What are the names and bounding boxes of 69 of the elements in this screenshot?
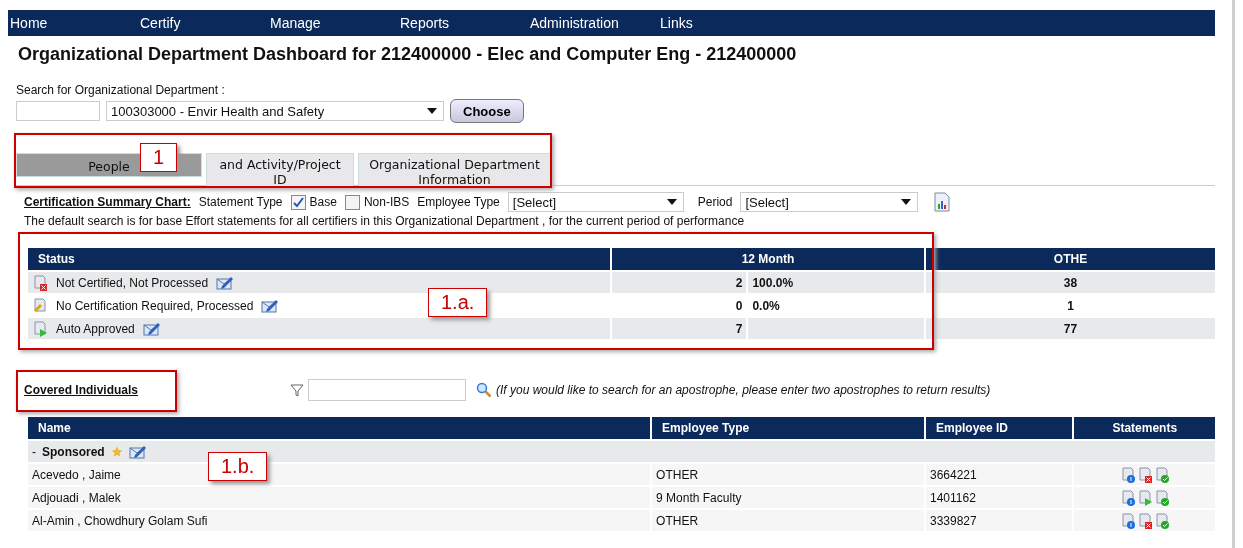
column-header: OTHE [926, 248, 1215, 270]
statement-type-label: Statement Type [198, 195, 283, 209]
checkbox[interactable] [290, 194, 306, 210]
page-title: Organizational Department Dashboard for 212400000 - Elec and Computer Eng - 212400000 [18, 44, 798, 65]
callout-tooltip: 1 [140, 143, 178, 172]
employee-type-dropdown[interactable]: [Select] [507, 192, 684, 212]
column-header: Statements [1074, 417, 1215, 439]
statement-icon [1136, 489, 1153, 506]
nav-link[interactable]: Administration [528, 15, 658, 31]
checkbox-label: Non-IBS [363, 195, 410, 209]
nav-link[interactable]: Manage [268, 15, 398, 31]
checkbox-label: Base [309, 195, 337, 209]
column-header: Name [28, 417, 651, 439]
table-cell: 9 Month Faculty [652, 487, 924, 508]
table-cell: 77 [926, 318, 1215, 339]
group-label: Sponsored [42, 444, 105, 459]
caret-icon [666, 199, 677, 205]
table-cell: 100.0% [748, 272, 924, 293]
status-label: No Certification Required, Processed [56, 298, 254, 313]
search-hint: (If you would like to search for an apostrophe, please enter two apostrophes to return results) [496, 383, 991, 397]
table-cell: OTHER [652, 464, 924, 485]
nav-link[interactable]: Links [658, 15, 760, 31]
callout-tooltip: 1.b. [208, 452, 268, 481]
nav-link[interactable]: Home [8, 15, 138, 31]
period-label: Period [697, 195, 733, 209]
nav-link[interactable]: Certify [138, 15, 268, 31]
status-label: Not Certified, Not Processed [56, 275, 209, 290]
edit-icon[interactable] [142, 320, 161, 337]
table-cell: OTHER [652, 510, 924, 531]
column-header: Status [28, 248, 610, 270]
edit-icon[interactable] [128, 443, 147, 460]
table-cell: Adjouadi , Malek [28, 487, 651, 508]
search-note: The default search is for base Effort statements for all certifiers in this Organizational Department , for the current period of performance [24, 214, 746, 228]
table-cell: Al-Amin , Chowdhury Golam Sufi [28, 510, 651, 531]
period-dropdown[interactable]: [Select] [740, 192, 919, 212]
checkbox[interactable] [344, 194, 360, 210]
table-cell: 1401162 [926, 487, 1073, 508]
tab[interactable]: Organizational Department Information [358, 153, 551, 188]
status-label: Auto Approved [56, 321, 135, 336]
section-title: Covered Individuals [24, 383, 140, 397]
search-label: Search for Organizational Department : [16, 83, 226, 97]
edit-icon[interactable] [261, 297, 280, 314]
tab[interactable]: and Activity/Project ID [206, 153, 354, 188]
table-cell: 2 [611, 272, 747, 293]
column-header: 12 Month [611, 248, 924, 270]
nav-link[interactable]: Reports [398, 15, 528, 31]
caret-icon [427, 108, 437, 114]
edit-icon[interactable] [216, 274, 235, 291]
department-dropdown[interactable]: 100303000 - Envir Health and Safety [106, 101, 444, 121]
column-header: Employee Type [652, 417, 924, 439]
table-cell: 3664221 [926, 464, 1073, 485]
report-icon[interactable] [934, 192, 951, 212]
collapse-toggle[interactable]: - [32, 444, 36, 459]
status-icon [32, 297, 48, 314]
employee-type-label: Employee Type [417, 195, 500, 209]
department-code-field[interactable] [16, 101, 100, 121]
caret-icon [901, 199, 912, 205]
summary-title: Certification Summary Chart: [24, 195, 191, 209]
filter-icon[interactable] [290, 383, 304, 397]
table-cell: 3339827 [926, 510, 1073, 531]
scrollbar[interactable] [1232, 0, 1235, 548]
search-icon[interactable] [476, 382, 492, 398]
column-header: Employee ID [926, 417, 1073, 439]
table-cell: 7 [611, 318, 747, 339]
callout-tooltip: 1.a. [428, 288, 488, 317]
table-cell: 38 [926, 272, 1215, 293]
star-icon[interactable] [110, 445, 123, 458]
choose-button[interactable]: Choose [450, 99, 524, 123]
filter-field[interactable] [308, 379, 466, 401]
